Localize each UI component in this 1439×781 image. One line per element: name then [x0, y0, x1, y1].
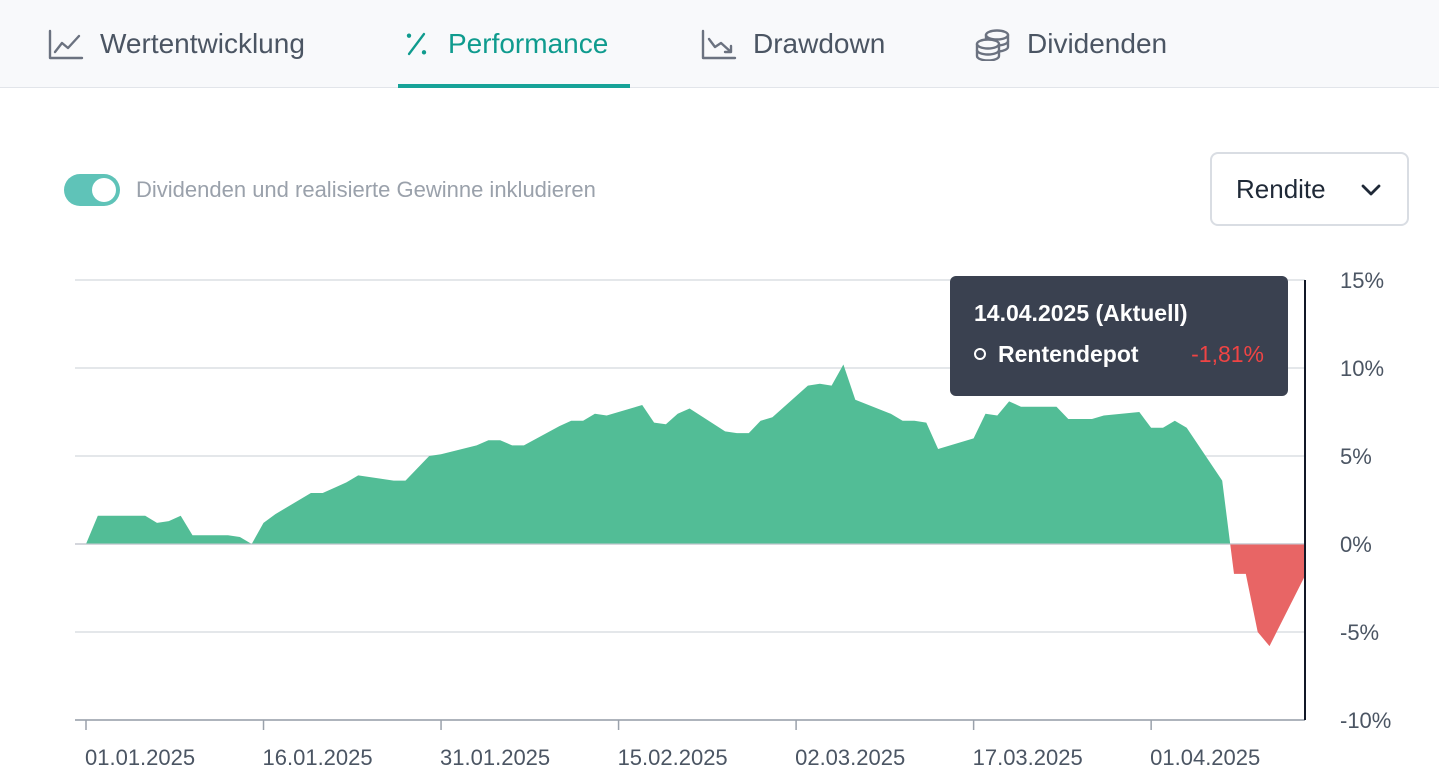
coins-icon	[975, 28, 1010, 61]
tab-dividenden[interactable]: Dividenden	[975, 0, 1167, 87]
metric-select[interactable]: Rendite	[1210, 152, 1409, 226]
toggle-knob	[92, 178, 116, 202]
dividends-toggle-label: Dividenden und realisierte Gewinne inklu…	[136, 177, 596, 202]
x-tick-label: 01.01.2025	[85, 745, 195, 770]
tooltip-series-row: Rentendepot -1,81%	[974, 341, 1264, 369]
y-tick-label: -10%	[1340, 708, 1391, 733]
y-tick-label: 5%	[1340, 444, 1372, 469]
x-tick-label: 16.01.2025	[263, 745, 373, 770]
percent-icon	[406, 32, 427, 55]
active-tab-indicator	[398, 84, 630, 88]
trending-down-chart-icon	[701, 29, 737, 59]
y-tick-label: 10%	[1340, 356, 1384, 381]
tab-wertentwicklung-label: Wertentwicklung	[100, 27, 305, 59]
tab-bar: Wertentwicklung Performance Drawdown Div…	[0, 0, 1439, 88]
x-tick-label: 02.03.2025	[795, 745, 905, 770]
tab-performance[interactable]: Performance	[404, 0, 608, 87]
x-tick-label: 31.01.2025	[440, 745, 550, 770]
dividends-toggle-switch[interactable]	[64, 174, 120, 206]
tab-wertentwicklung[interactable]: Wertentwicklung	[48, 0, 305, 87]
chart-tooltip: 14.04.2025 (Aktuell) Rentendepot -1,81%	[950, 276, 1288, 396]
metric-select-value: Rendite	[1236, 173, 1326, 204]
y-tick-label: -5%	[1340, 620, 1379, 645]
y-tick-label: 15%	[1340, 268, 1384, 293]
tooltip-series-name: Rentendepot	[998, 341, 1139, 367]
tab-dividenden-label: Dividenden	[1027, 27, 1168, 59]
dividends-toggle-row: Dividenden und realisierte Gewinne inklu…	[64, 172, 596, 208]
y-tick-label: 0%	[1340, 532, 1372, 557]
tooltip-title: 14.04.2025 (Aktuell)	[974, 300, 1188, 326]
tooltip-series-value: -1,81%	[1191, 341, 1264, 367]
series-marker-icon	[974, 348, 986, 360]
x-tick-label: 17.03.2025	[973, 745, 1083, 770]
tab-performance-label: Performance	[448, 27, 609, 59]
tab-drawdown-label: Drawdown	[753, 27, 886, 59]
x-tick-label: 01.04.2025	[1150, 745, 1260, 770]
chevron-down-icon	[1361, 184, 1381, 196]
x-tick-label: 15.02.2025	[618, 745, 728, 770]
series-area-negative	[86, 544, 1305, 647]
tab-drawdown[interactable]: Drawdown	[701, 0, 885, 87]
line-chart-icon	[48, 29, 84, 59]
